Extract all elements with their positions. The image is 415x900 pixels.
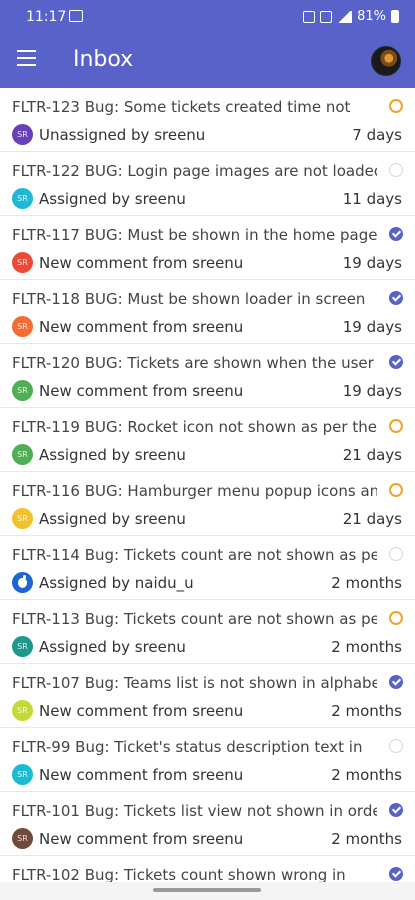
user-avatar: SR	[12, 316, 33, 337]
ticket-row[interactable]: FLTR-117 BUG: Must be shown in the home …	[0, 216, 415, 280]
status-circle-icon	[389, 163, 403, 177]
ticket-subtitle: New comment from sreenu	[39, 382, 244, 400]
user-avatar: SR	[12, 636, 33, 657]
gallery-icon	[69, 10, 83, 22]
ticket-subtitle: New comment from sreenu	[39, 766, 244, 784]
ticket-list: FLTR-123 Bug: Some tickets created time …	[0, 88, 415, 882]
user-avatar: SR	[12, 124, 33, 145]
ticket-time: 2 months	[331, 766, 402, 784]
ticket-time: 21 days	[342, 510, 402, 528]
ticket-time: 2 months	[331, 702, 402, 720]
check-circle-icon	[389, 867, 403, 881]
system-navigation-bar	[0, 882, 415, 900]
lock-icon	[303, 10, 316, 23]
ticket-title: FLTR-102 Bug: Tickets count shown wrong …	[12, 866, 346, 882]
hamburger-line	[17, 50, 36, 52]
ticket-title: FLTR-99 Bug: Ticket's status description…	[12, 738, 363, 756]
ticket-row[interactable]: FLTR-101 Bug: Tickets list view not show…	[0, 792, 415, 856]
signal-icon	[337, 10, 353, 23]
ticket-subtitle: New comment from sreenu	[39, 702, 244, 720]
ticket-subtitle: New comment from sreenu	[39, 318, 244, 336]
apple-avatar-icon	[12, 572, 33, 593]
ticket-title: FLTR-118 BUG: Must be shown loader in sc…	[12, 290, 366, 308]
status-time: 11:17	[26, 9, 67, 25]
ticket-title: FLTR-101 Bug: Tickets list view not show…	[12, 802, 377, 820]
user-avatar: SR	[12, 764, 33, 785]
ticket-subtitle: Assigned by naidu_u	[39, 574, 194, 592]
profile-avatar[interactable]	[371, 46, 401, 76]
ticket-time: 2 months	[331, 574, 402, 592]
user-avatar: SR	[12, 444, 33, 465]
user-avatar: SR	[12, 700, 33, 721]
ticket-row[interactable]: FLTR-118 BUG: Must be shown loader in sc…	[0, 280, 415, 344]
check-circle-icon	[389, 675, 403, 689]
ticket-subtitle: Assigned by sreenu	[39, 446, 186, 464]
app-bar: Inbox	[0, 34, 415, 88]
ticket-subtitle: Assigned by sreenu	[39, 190, 186, 208]
home-handle[interactable]	[153, 888, 261, 892]
ticket-subtitle: Assigned by sreenu	[39, 510, 186, 528]
ticket-row[interactable]: FLTR-119 BUG: Rocket icon not shown as p…	[0, 408, 415, 472]
user-avatar: SR	[12, 508, 33, 529]
status-circle-icon	[389, 547, 403, 561]
ticket-title: FLTR-116 BUG: Hamburger menu popup icons…	[12, 482, 377, 500]
ticket-time: 19 days	[342, 318, 402, 336]
menu-button[interactable]	[17, 50, 39, 70]
battery-icon	[391, 10, 399, 23]
ticket-time: 2 months	[331, 830, 402, 848]
wifi-icon	[320, 10, 333, 23]
ticket-subtitle: New comment from sreenu	[39, 254, 244, 272]
ticket-title: FLTR-117 BUG: Must be shown in the home …	[12, 226, 377, 244]
ticket-row[interactable]: FLTR-120 BUG: Tickets are shown when the…	[0, 344, 415, 408]
check-circle-icon	[389, 803, 403, 817]
page-title: Inbox	[73, 47, 134, 72]
ticket-row[interactable]: FLTR-99 Bug: Ticket's status description…	[0, 728, 415, 792]
ticket-title: FLTR-113 Bug: Tickets count are not show…	[12, 610, 377, 628]
user-avatar: SR	[12, 252, 33, 273]
check-circle-icon	[389, 355, 403, 369]
ticket-title: FLTR-107 Bug: Teams list is not shown in…	[12, 674, 377, 692]
user-avatar: SR	[12, 188, 33, 209]
check-circle-icon	[389, 227, 403, 241]
status-circle-icon	[389, 611, 403, 625]
ticket-subtitle: New comment from sreenu	[39, 830, 244, 848]
ticket-row[interactable]: FLTR-113 Bug: Tickets count are not show…	[0, 600, 415, 664]
status-circle-icon	[389, 483, 403, 497]
ticket-subtitle: Unassigned by sreenu	[39, 126, 206, 144]
ticket-title: FLTR-119 BUG: Rocket icon not shown as p…	[12, 418, 377, 436]
check-circle-icon	[389, 291, 403, 305]
status-indicators: 81%	[303, 9, 399, 24]
ticket-title: FLTR-123 Bug: Some tickets created time …	[12, 98, 351, 116]
ticket-time: 11 days	[342, 190, 402, 208]
ticket-row[interactable]: FLTR-122 BUG: Login page images are not …	[0, 152, 415, 216]
status-bar: 11:17 81%	[0, 0, 415, 34]
ticket-row[interactable]: FLTR-102 Bug: Tickets count shown wrong …	[0, 856, 415, 882]
ticket-time: 21 days	[342, 446, 402, 464]
ticket-title: FLTR-122 BUG: Login page images are not …	[12, 162, 377, 180]
battery-percent: 81%	[357, 9, 386, 24]
ticket-time: 19 days	[342, 382, 402, 400]
ticket-row[interactable]: FLTR-114 Bug: Tickets count are not show…	[0, 536, 415, 600]
hamburger-line	[17, 57, 36, 59]
user-avatar: SR	[12, 380, 33, 401]
status-circle-icon	[389, 99, 403, 113]
hamburger-line	[17, 64, 36, 66]
status-circle-icon	[389, 739, 403, 753]
ticket-time: 19 days	[342, 254, 402, 272]
ticket-subtitle: Assigned by sreenu	[39, 638, 186, 656]
ticket-row[interactable]: FLTR-107 Bug: Teams list is not shown in…	[0, 664, 415, 728]
ticket-title: FLTR-120 BUG: Tickets are shown when the…	[12, 354, 374, 372]
ticket-time: 2 months	[331, 638, 402, 656]
ticket-row[interactable]: FLTR-123 Bug: Some tickets created time …	[0, 88, 415, 152]
ticket-time: 7 days	[352, 126, 402, 144]
status-circle-icon	[389, 419, 403, 433]
ticket-row[interactable]: FLTR-116 BUG: Hamburger menu popup icons…	[0, 472, 415, 536]
ticket-title: FLTR-114 Bug: Tickets count are not show…	[12, 546, 377, 564]
user-avatar: SR	[12, 828, 33, 849]
